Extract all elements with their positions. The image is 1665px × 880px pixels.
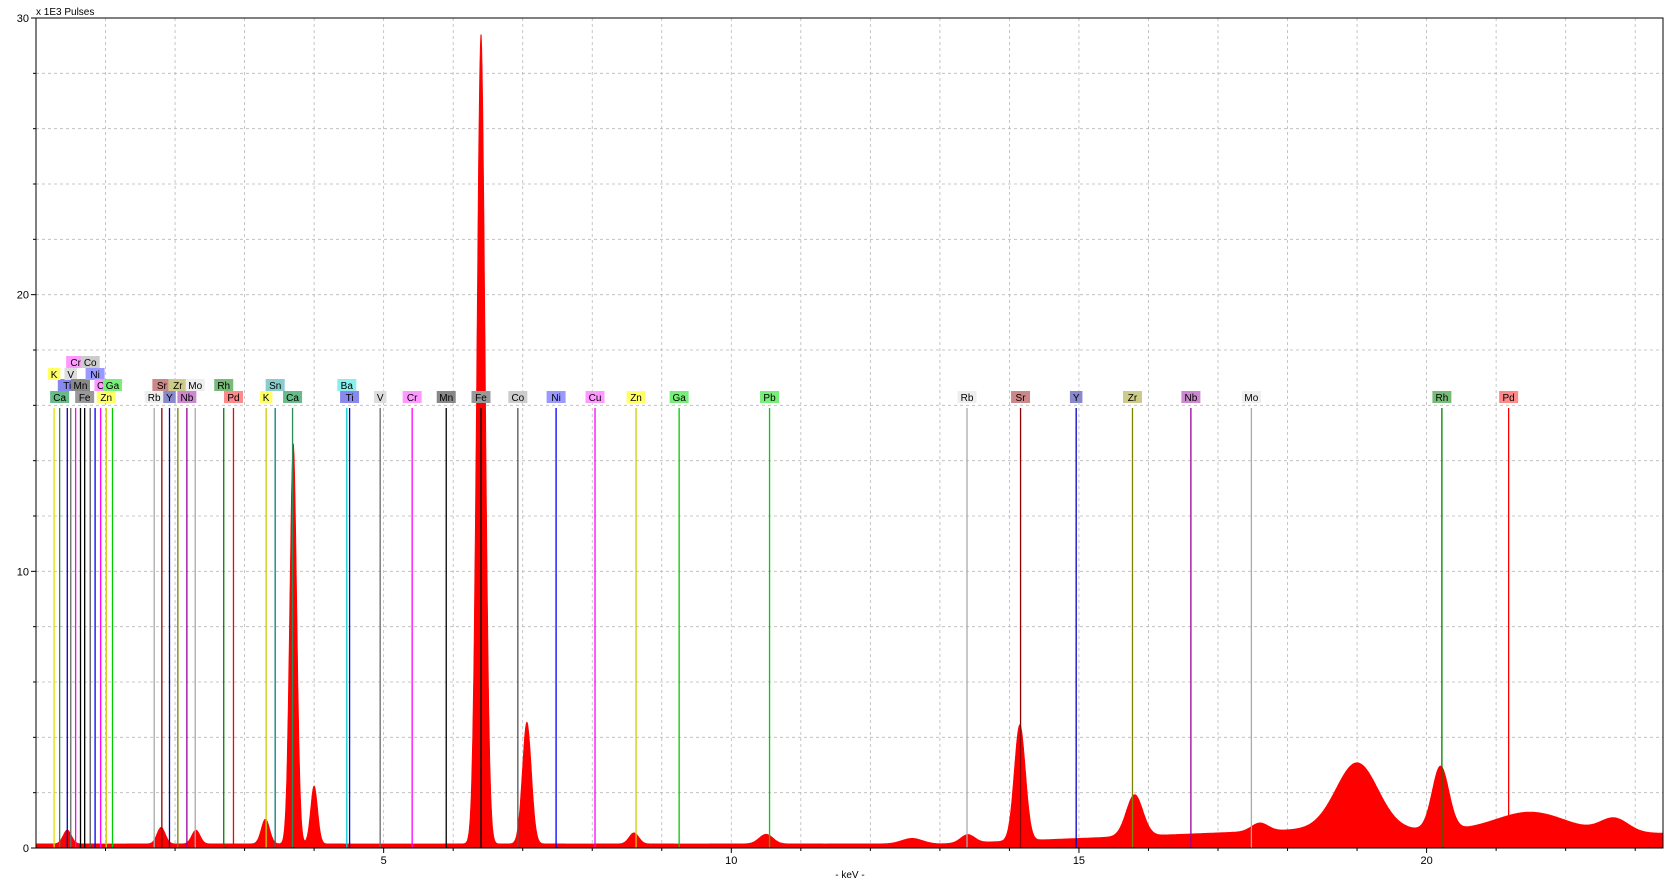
element-label-text: Pd	[1503, 393, 1515, 404]
element-label-zr: Zr	[1122, 391, 1142, 404]
element-label-text: Zn	[100, 393, 112, 404]
element-label-ti: Ti	[340, 391, 360, 404]
element-label-text: Mn	[74, 381, 88, 392]
element-label-mn: Mn	[70, 379, 90, 392]
element-label-text: Sn	[269, 381, 281, 392]
element-label-rh: Rh	[1432, 391, 1452, 404]
x-axis-label: - keV -	[835, 870, 864, 880]
element-label-ga: Ga	[102, 379, 122, 392]
element-label-text: Mo	[1244, 393, 1258, 404]
element-label-text: Ca	[286, 393, 299, 404]
element-label-text: Pb	[763, 393, 776, 404]
element-label-text: Mn	[439, 393, 453, 404]
element-label-text: Sr	[1016, 393, 1027, 404]
element-label-pd: Pd	[1499, 391, 1519, 404]
element-label-text: Y	[166, 393, 173, 404]
element-label-rb: Rb	[144, 391, 164, 404]
element-label-fe: Fe	[75, 391, 95, 404]
element-label-y: Y	[163, 391, 176, 404]
element-label-text: Rb	[961, 393, 974, 404]
x-tick-label: 10	[725, 855, 737, 867]
element-label-sn: Sn	[265, 379, 285, 392]
element-label-zn: Zn	[96, 391, 116, 404]
element-label-ca: Ca	[50, 391, 70, 404]
element-label-text: Ba	[341, 381, 354, 392]
element-label-text: Zn	[630, 393, 642, 404]
element-label-text: Ti	[346, 393, 354, 404]
element-label-text: Co	[84, 358, 97, 369]
element-label-text: Rh	[1435, 393, 1448, 404]
element-label-y: Y	[1069, 391, 1083, 404]
element-label-text: Rh	[217, 381, 230, 392]
element-label-text: Zr	[173, 381, 183, 392]
y-unit-label: x 1E3 Pulses	[36, 7, 94, 18]
element-label-co: Co	[80, 356, 100, 369]
element-label-ba: Ba	[337, 379, 357, 392]
element-label-text: K	[51, 370, 58, 381]
chart-background	[0, 0, 1665, 880]
element-label-text: Sr	[157, 381, 168, 392]
element-label-k: K	[47, 368, 61, 381]
element-label-text: V	[377, 393, 384, 404]
element-label-zr: Zr	[168, 379, 188, 392]
element-label-mo: Mo	[185, 379, 205, 392]
element-label-text: Ga	[106, 381, 120, 392]
element-label-cr: Cr	[402, 391, 422, 404]
element-label-text: Nb	[1184, 393, 1197, 404]
x-tick-label: 5	[381, 855, 387, 867]
x-tick-label: 15	[1073, 855, 1085, 867]
element-label-text: Y	[1073, 393, 1080, 404]
element-label-text: Cr	[70, 358, 81, 369]
element-label-text: Pd	[227, 393, 239, 404]
element-label-pd: Pd	[223, 391, 243, 404]
element-label-ca: Ca	[283, 391, 303, 404]
y-tick-label: 30	[17, 13, 29, 25]
element-label-text: Fe	[79, 393, 91, 404]
element-label-text: Mo	[188, 381, 202, 392]
element-label-text: Cu	[589, 393, 602, 404]
element-label-mn: Mn	[436, 391, 456, 404]
element-label-fe: Fe	[471, 391, 491, 404]
element-label-text: Cr	[407, 393, 418, 404]
element-label-text: Rb	[148, 393, 161, 404]
element-label-nb: Nb	[177, 391, 197, 404]
element-label-text: K	[263, 393, 270, 404]
element-label-ga: Ga	[669, 391, 689, 404]
element-label-zn: Zn	[626, 391, 646, 404]
element-label-text: Co	[511, 393, 524, 404]
element-label-rb: Rb	[957, 391, 977, 404]
element-label-text: Ga	[672, 393, 686, 404]
y-tick-label: 10	[17, 566, 29, 578]
element-label-text: Zr	[1128, 393, 1138, 404]
element-label-co: Co	[508, 391, 528, 404]
element-label-text: Nb	[180, 393, 193, 404]
element-label-k: K	[259, 391, 273, 404]
element-label-text: Ni	[551, 393, 560, 404]
element-label-mo: Mo	[1241, 391, 1261, 404]
element-label-rh: Rh	[214, 379, 234, 392]
element-label-text: Ca	[53, 393, 66, 404]
element-label-sr: Sr	[1011, 391, 1031, 404]
y-tick-label: 0	[23, 843, 29, 855]
spectrum-chart: CaTiK VCrMnFeCoNiCZnGaRbSrYZrNbMo RhPd KSnC…	[0, 0, 1665, 880]
element-label-nb: Nb	[1181, 391, 1201, 404]
element-label-text: Ti	[63, 381, 71, 392]
x-tick-label: 20	[1420, 855, 1432, 867]
y-tick-label: 20	[17, 290, 29, 302]
element-label-v: V	[373, 391, 387, 404]
element-label-ni: Ni	[546, 391, 566, 404]
element-label-pb: Pb	[760, 391, 780, 404]
element-label-text: Fe	[475, 393, 487, 404]
element-label-cu: Cu	[585, 391, 605, 404]
